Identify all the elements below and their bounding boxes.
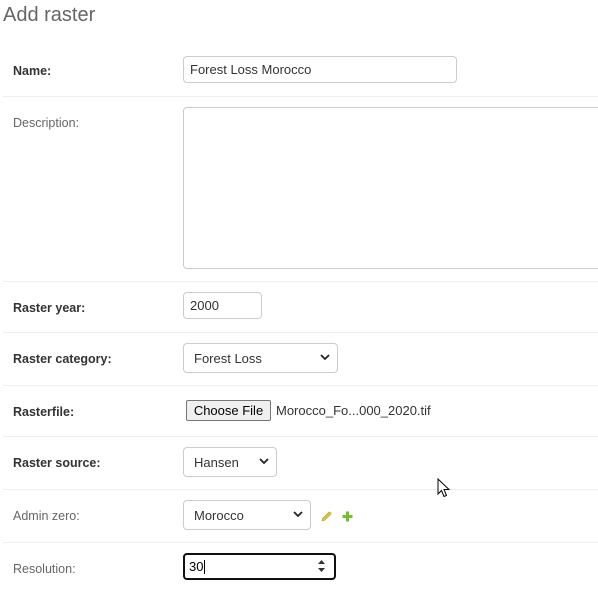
name-input[interactable]: Forest Loss Morocco bbox=[183, 56, 457, 83]
rasterfile-name: Morocco_Fo...000_2020.tif bbox=[276, 403, 431, 418]
form-row-raster-year: Raster year: bbox=[3, 282, 598, 333]
raster-source-selected: Hansen bbox=[194, 454, 239, 470]
description-textarea[interactable] bbox=[183, 107, 598, 269]
admin-zero-select[interactable]: Morocco bbox=[183, 500, 311, 530]
add-raster-page: Add raster Name: Forest Loss Morocco Des… bbox=[0, 0, 598, 589]
choose-file-button[interactable]: Choose File bbox=[186, 400, 271, 421]
chevron-down-icon bbox=[259, 458, 269, 465]
resolution-label: Resolution: bbox=[13, 562, 76, 576]
admin-zero-label: Admin zero: bbox=[13, 509, 80, 523]
raster-year-input[interactable]: 2000 bbox=[183, 292, 262, 319]
rasterfile-label: Rasterfile: bbox=[13, 405, 75, 419]
raster-category-label: Raster category: bbox=[13, 352, 112, 366]
form-row-raster-source: Raster source: bbox=[3, 437, 598, 490]
chevron-down-icon bbox=[320, 354, 330, 361]
raster-category-select[interactable]: Forest Loss bbox=[183, 343, 338, 373]
description-label: Description: bbox=[13, 116, 79, 130]
mouse-cursor-icon bbox=[437, 478, 451, 498]
chevron-down-icon bbox=[293, 511, 303, 518]
number-spinner-icon[interactable] bbox=[317, 558, 326, 574]
resolution-value: 30 bbox=[189, 559, 204, 574]
admin-zero-selected: Morocco bbox=[194, 507, 244, 523]
page-title: Add raster bbox=[3, 4, 96, 26]
name-label: Name: bbox=[13, 64, 52, 78]
raster-year-label: Raster year: bbox=[13, 301, 86, 315]
text-caret bbox=[204, 559, 206, 574]
name-input-value: Forest Loss Morocco bbox=[190, 62, 312, 77]
resolution-input[interactable]: 30 bbox=[183, 553, 336, 580]
plus-icon[interactable] bbox=[341, 510, 354, 523]
raster-source-select[interactable]: Hansen bbox=[183, 447, 277, 477]
raster-category-selected: Forest Loss bbox=[194, 350, 262, 366]
raster-source-label: Raster source: bbox=[13, 456, 101, 470]
raster-year-value: 2000 bbox=[190, 298, 219, 313]
pencil-icon[interactable] bbox=[320, 510, 333, 523]
